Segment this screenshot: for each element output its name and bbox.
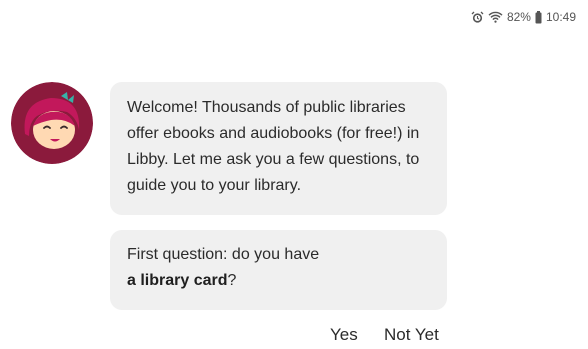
alarm-icon [471,11,484,24]
clock-time: 10:49 [545,10,576,24]
question-text-bold: a library card [127,272,228,289]
question-text-suffix: ? [227,272,237,289]
welcome-message-text: Welcome! Thousands of public libraries o… [127,99,420,194]
wifi-icon [488,11,503,23]
status-bar: 82% 10:49 [471,8,576,26]
libby-avatar-icon [11,82,93,164]
question-text-prefix: First question: do you have [127,246,320,263]
chat-bubble-welcome: Welcome! Thousands of public libraries o… [110,82,447,215]
battery-icon [535,10,542,24]
not-yet-button[interactable]: Not Yet [384,324,439,346]
battery-level: 82% [506,10,531,24]
chat-bubble-question: First question: do you have a library ca… [110,230,447,310]
yes-button[interactable]: Yes [330,324,358,346]
